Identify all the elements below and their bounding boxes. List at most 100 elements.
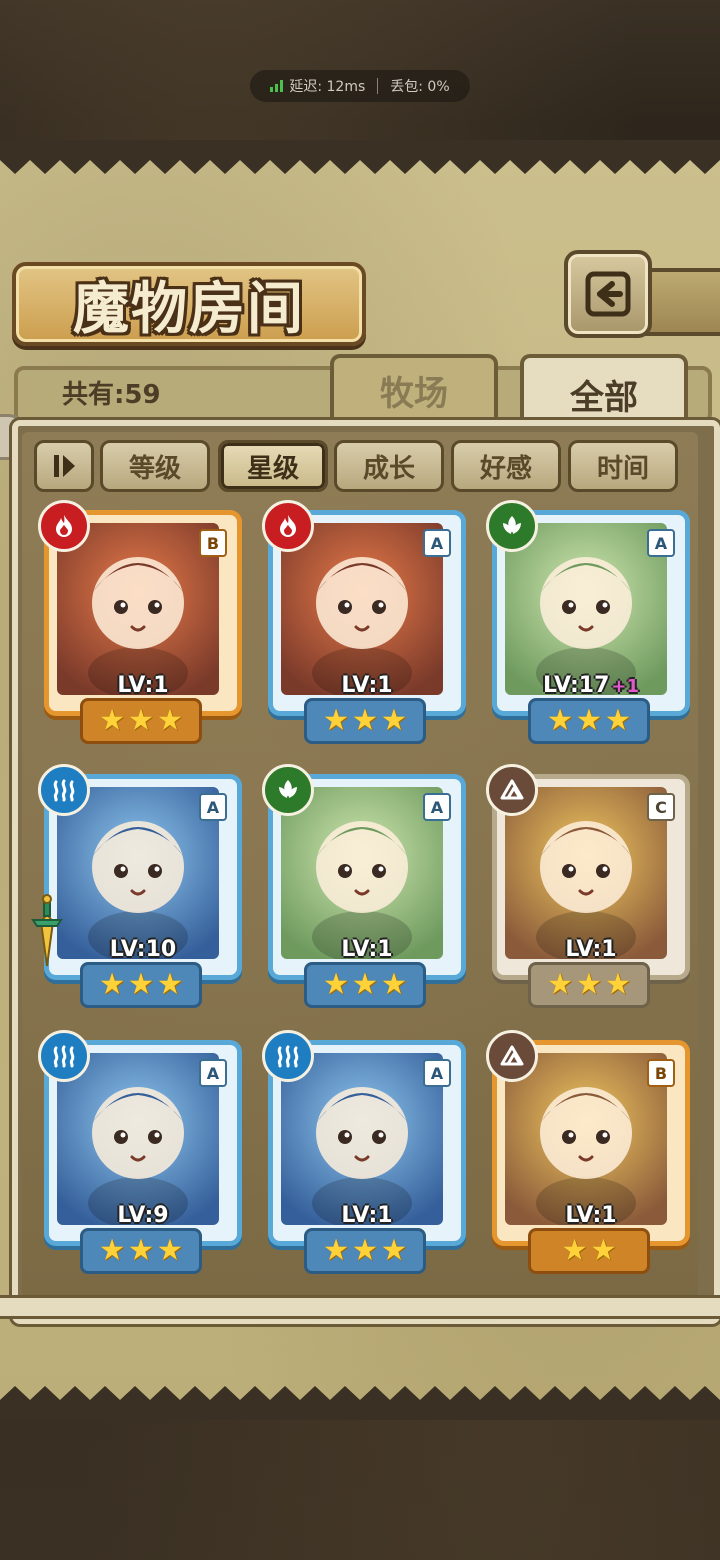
star-rating: ★ ★ ★ <box>528 962 650 1008</box>
monster-card[interactable]: B LV:1 ★ ★ <box>486 1030 690 1274</box>
star-icon: ★ <box>351 1233 379 1268</box>
monster-level: LV:1 <box>49 673 237 698</box>
monster-card[interactable]: A LV:10 ★ ★ ★ <box>31 764 242 1008</box>
tab-pasture[interactable]: 牧场 <box>330 354 498 422</box>
star-icon: ★ <box>98 967 126 1002</box>
sort-by-time[interactable]: 时间 <box>568 440 678 492</box>
monster-count: 共有:59 <box>62 380 161 410</box>
return-arrow-icon <box>585 271 631 317</box>
water-element-icon <box>38 764 90 816</box>
star-icon: ★ <box>380 703 408 738</box>
star-icon: ★ <box>561 1233 588 1268</box>
level-value: LV:1 <box>341 937 393 962</box>
star-rating: ★ ★ <box>528 1228 650 1274</box>
star-icon: ★ <box>322 967 350 1002</box>
star-icon: ★ <box>127 967 155 1002</box>
level-value: LV:9 <box>117 1203 169 1228</box>
network-status: 延迟: 12ms 丢包: 0% <box>250 70 470 102</box>
sort-by-level[interactable]: 等级 <box>100 440 210 492</box>
monster-portrait <box>505 523 667 695</box>
page-title: 魔物房间 <box>73 275 305 342</box>
sort-by-affection[interactable]: 好感 <box>451 440 561 492</box>
monster-card[interactable]: C LV:1 ★ ★ ★ <box>486 764 690 1008</box>
level-value: LV:1 <box>341 673 393 698</box>
water-element-icon <box>38 1030 90 1082</box>
level-value: LV:1 <box>341 1203 393 1228</box>
star-icon: ★ <box>575 967 603 1002</box>
monster-level: LV:1 <box>273 937 461 962</box>
sort-order-icon <box>54 455 75 477</box>
monster-portrait <box>281 787 443 959</box>
star-icon: ★ <box>380 967 408 1002</box>
star-icon: ★ <box>98 1233 126 1268</box>
panel-edge-top <box>0 140 720 174</box>
monster-level: LV:9 <box>49 1203 237 1228</box>
star-icon: ★ <box>351 703 379 738</box>
star-icon: ★ <box>604 703 632 738</box>
sort-order-toggle[interactable] <box>34 440 94 492</box>
star-icon: ★ <box>127 703 155 738</box>
star-rating: ★ ★ ★ <box>304 1228 426 1274</box>
water-element-icon <box>262 1030 314 1082</box>
fire-element-icon <box>262 500 314 552</box>
monster-card[interactable]: A LV:1 ★ ★ ★ <box>262 1030 466 1274</box>
monster-portrait <box>505 1053 667 1225</box>
star-icon: ★ <box>322 703 350 738</box>
rank-badge: A <box>423 1059 451 1087</box>
level-value: LV:1 <box>117 673 169 698</box>
star-icon: ★ <box>156 967 184 1002</box>
sort-by-stars[interactable]: 星级 <box>218 440 328 492</box>
monster-level: LV:1 <box>273 1203 461 1228</box>
star-icon: ★ <box>351 967 379 1002</box>
level-value: LV:17 <box>542 673 610 698</box>
monster-level: LV:1 <box>497 937 685 962</box>
tab-all[interactable]: 全部 <box>520 354 688 430</box>
monster-card[interactable]: A LV:1 ★ ★ ★ <box>262 500 466 744</box>
sort-by-growth[interactable]: 成长 <box>334 440 444 492</box>
star-icon: ★ <box>98 703 126 738</box>
sword-icon <box>30 894 64 968</box>
monster-card[interactable]: A LV:1 ★ ★ ★ <box>262 764 466 1008</box>
monster-level: LV:17 +1 <box>497 673 685 698</box>
monster-level: LV:10 <box>49 937 237 962</box>
signal-icon <box>270 80 284 92</box>
level-value: LV:1 <box>565 1203 617 1228</box>
star-icon: ★ <box>380 1233 408 1268</box>
star-icon: ★ <box>156 1233 184 1268</box>
rank-badge: A <box>423 793 451 821</box>
star-rating: ★ ★ ★ <box>528 698 650 744</box>
status-divider <box>377 78 379 94</box>
panel-edge-bottom <box>0 1386 720 1420</box>
rank-badge: A <box>199 1059 227 1087</box>
star-icon: ★ <box>604 967 632 1002</box>
list-bottom-bar <box>0 1295 720 1319</box>
leaf-element-icon <box>262 764 314 816</box>
monster-level: LV:1 <box>273 673 461 698</box>
star-rating: ★ ★ ★ <box>304 962 426 1008</box>
monster-portrait <box>57 1053 219 1225</box>
star-rating: ★ ★ ★ <box>304 698 426 744</box>
star-icon: ★ <box>156 703 184 738</box>
monster-card[interactable]: B LV:1 ★ ★ ★ <box>38 500 242 744</box>
latency-label: 延迟: 12ms <box>289 79 366 95</box>
monster-card[interactable]: A LV:9 ★ ★ ★ <box>38 1030 242 1274</box>
monster-card[interactable]: A LV:17 +1 ★ ★ ★ <box>486 500 690 744</box>
star-rating: ★ ★ ★ <box>80 698 202 744</box>
monster-portrait <box>57 787 219 959</box>
earth-element-icon <box>486 764 538 816</box>
level-value: LV:10 <box>109 937 177 962</box>
star-icon: ★ <box>546 967 574 1002</box>
fire-element-icon <box>38 500 90 552</box>
level-value: LV:1 <box>565 937 617 962</box>
leaf-element-icon <box>486 500 538 552</box>
rank-badge: A <box>423 529 451 557</box>
rank-badge: A <box>199 793 227 821</box>
monster-portrait <box>281 1053 443 1225</box>
monster-portrait <box>281 523 443 695</box>
packet-loss-label: 丢包: 0% <box>390 79 450 95</box>
back-button-strip <box>640 268 720 336</box>
back-button[interactable] <box>564 250 652 338</box>
star-icon: ★ <box>575 703 603 738</box>
star-rating: ★ ★ ★ <box>80 962 202 1008</box>
level-bonus: +1 <box>611 676 640 697</box>
